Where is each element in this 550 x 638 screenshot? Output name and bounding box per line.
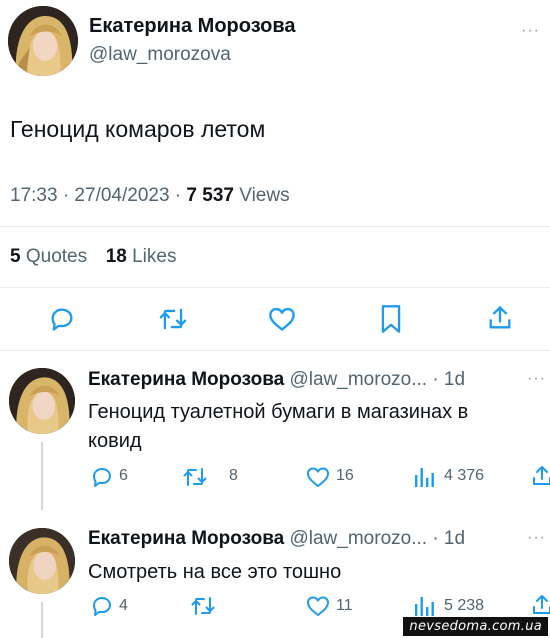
like-icon[interactable] — [306, 595, 330, 617]
author-handle[interactable]: @law_morozo... — [289, 369, 427, 390]
like-count: 11 — [336, 597, 353, 614]
views-icon[interactable] — [414, 465, 436, 489]
views-count: 5 238 — [444, 597, 485, 614]
reply-age[interactable]: · 1d — [432, 369, 465, 390]
like-icon[interactable] — [306, 466, 330, 488]
avatar-image — [9, 368, 75, 434]
reply-count: 6 — [119, 467, 128, 484]
divider — [0, 226, 550, 227]
quotes-link[interactable]: 5 Quotes — [10, 246, 87, 267]
reply-icon[interactable] — [90, 594, 114, 618]
avatar[interactable] — [8, 6, 78, 76]
like-count: 16 — [336, 467, 354, 484]
reply-icon[interactable] — [90, 465, 114, 489]
likes-label: Likes — [126, 246, 177, 267]
views-label: Views — [233, 185, 290, 206]
reply-icon[interactable] — [48, 305, 76, 333]
author-name[interactable]: Екатерина Морозова — [89, 15, 296, 38]
avatar-image — [9, 528, 75, 594]
reply-count: 4 — [119, 597, 128, 614]
views-icon[interactable] — [414, 594, 436, 618]
views-count: 4 376 — [444, 467, 485, 484]
avatar[interactable] — [9, 368, 75, 434]
author-handle[interactable]: @law_morozo... — [289, 528, 427, 549]
divider — [0, 287, 550, 288]
views-count: 7 537 — [186, 185, 234, 206]
thread-line — [41, 602, 43, 638]
more-icon[interactable]: ··· — [527, 370, 546, 388]
more-icon[interactable]: ··· — [527, 529, 546, 547]
quotes-label: Quotes — [20, 246, 88, 267]
retweet-icon[interactable] — [158, 305, 188, 333]
thread-line — [41, 442, 43, 510]
avatar-image — [8, 6, 78, 76]
tweet-meta: 17:33 · 27/04/2023 · 7 537 Views — [10, 185, 290, 207]
like-icon[interactable] — [268, 306, 296, 332]
watermark: nevsedoma.com.ua — [403, 617, 548, 636]
divider — [0, 350, 550, 351]
reply-header: Екатерина Морозова @law_morozo... · 1d — [88, 369, 465, 391]
author-name[interactable]: Екатерина Морозова — [88, 369, 284, 390]
author-handle[interactable]: @law_morozova — [89, 44, 231, 66]
quotes-count: 5 — [10, 246, 21, 267]
reply-text: Геноцид туалетной бумаги в магазинах в к… — [88, 401, 469, 452]
retweet-count: 8 — [229, 467, 238, 484]
tweet-text: Геноцид комаров летом — [10, 116, 266, 142]
tweet-stats: 5 Quotes 18 Likes — [10, 246, 176, 268]
retweet-icon[interactable] — [182, 465, 208, 489]
reply-header: Екатерина Морозова @law_morozo... · 1d — [88, 528, 465, 550]
likes-link[interactable]: 18 Likes — [106, 246, 177, 267]
more-icon[interactable]: ··· — [521, 22, 540, 40]
share-icon[interactable] — [530, 593, 550, 617]
author-name[interactable]: Екатерина Морозова — [88, 528, 284, 549]
tweet-timestamp[interactable]: 17:33 · 27/04/2023 · — [10, 185, 186, 206]
reply-text: Смотреть на все это тошно — [88, 561, 342, 583]
avatar[interactable] — [9, 528, 75, 594]
retweet-icon[interactable] — [190, 594, 216, 618]
reply-age[interactable]: · 1d — [432, 528, 465, 549]
likes-count: 18 — [105, 246, 127, 267]
bookmark-icon[interactable] — [379, 304, 403, 334]
share-icon[interactable] — [530, 464, 550, 488]
share-icon[interactable] — [486, 304, 514, 332]
